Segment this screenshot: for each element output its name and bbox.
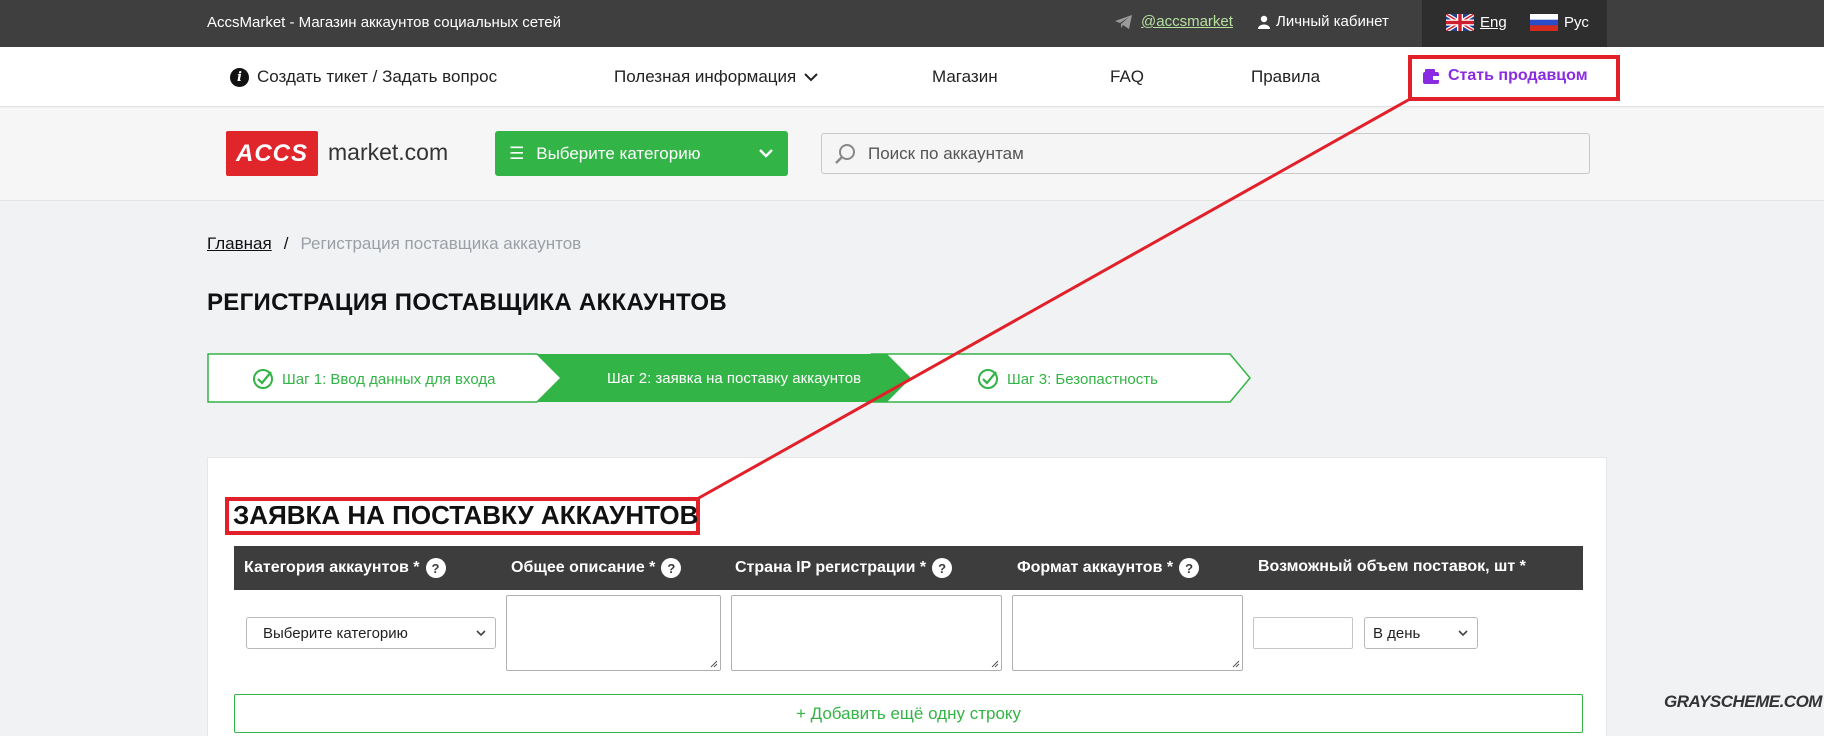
personal-cabinet-link[interactable]: Личный кабинет — [1258, 13, 1389, 30]
site-title: AccsMarket - Магазин аккаунтов социальны… — [207, 14, 562, 31]
help-icon[interactable]: ? — [425, 558, 446, 578]
chevron-down-icon — [1458, 630, 1468, 637]
country-textarea[interactable] — [731, 595, 1002, 671]
nav-faq-link[interactable]: FAQ — [1110, 67, 1144, 87]
col-category: Категория аккаунтов * ? — [244, 558, 446, 578]
page-title: РЕГИСТРАЦИЯ ПОСТАВЩИКА АККАУНТОВ — [207, 289, 727, 316]
period-select[interactable]: В день — [1364, 617, 1478, 649]
category-select[interactable]: Выберите категорию — [246, 617, 496, 649]
check-circle-icon — [253, 369, 273, 389]
table-header: Категория аккаунтов * ? Общее описание *… — [234, 546, 1583, 590]
resize-grip-icon[interactable] — [991, 660, 999, 668]
lang-eng-label: Eng — [1480, 14, 1507, 31]
chevron-down-icon — [476, 630, 486, 637]
uk-flag-icon — [1446, 14, 1474, 31]
category-dropdown-button[interactable]: ☰ Выберите категорию — [495, 131, 788, 176]
nav-shop-link[interactable]: Магазин — [932, 67, 998, 87]
category-button-label: Выберите категорию — [536, 143, 701, 163]
lang-rus-label: Рус — [1564, 14, 1589, 31]
telegram-link[interactable]: @accsmarket — [1114, 13, 1233, 30]
volume-input[interactable] — [1253, 617, 1353, 649]
check-circle-icon — [978, 369, 998, 389]
create-ticket-label: Создать тикет / Задать вопрос — [257, 67, 498, 86]
col-description-label: Общее описание * — [511, 559, 656, 576]
category-select-value: Выберите категорию — [263, 624, 408, 642]
help-icon[interactable]: ? — [661, 558, 682, 578]
resize-grip-icon[interactable] — [1232, 660, 1240, 668]
cabinet-label: Личный кабинет — [1276, 13, 1389, 30]
logo-badge[interactable]: ACCS — [226, 131, 318, 176]
breadcrumb-current: Регистрация поставщика аккаунтов — [300, 234, 582, 253]
period-select-value: В день — [1373, 624, 1421, 642]
breadcrumb-separator: / — [283, 234, 289, 253]
lang-rus-link[interactable]: Рус — [1530, 14, 1589, 31]
menu-icon: ☰ — [509, 143, 525, 163]
col-volume: Возможный объем поставок, шт * — [1258, 558, 1526, 576]
step-2-label: Шаг 2: заявка на поставку аккаунтов — [607, 370, 862, 387]
search-input[interactable] — [868, 143, 1568, 164]
form-title: ЗАЯВКА НА ПОСТАВКУ АККАУНТОВ — [233, 500, 699, 530]
chevron-down-icon — [804, 72, 818, 81]
step-3-label: Шаг 3: Безопастность — [1007, 370, 1158, 388]
wallet-icon — [1423, 68, 1439, 84]
description-textarea[interactable] — [506, 595, 721, 671]
help-icon[interactable]: ? — [932, 558, 953, 578]
telegram-icon — [1115, 14, 1132, 29]
breadcrumb-home[interactable]: Главная — [207, 234, 272, 254]
col-description: Общее описание * ? — [511, 558, 682, 578]
become-seller-link[interactable]: Стать продавцом — [1422, 67, 1588, 85]
chevron-down-icon — [759, 149, 773, 158]
useful-info-menu[interactable]: Полезная информация — [614, 67, 818, 87]
col-format-label: Формат аккаунтов * — [1017, 559, 1174, 576]
add-row-button[interactable]: + Добавить ещё одну строку — [234, 694, 1583, 733]
watermark: GRAYSCHEME.COM — [1664, 692, 1822, 711]
ru-flag-icon — [1530, 14, 1558, 31]
col-volume-label: Возможный объем поставок, шт * — [1258, 558, 1526, 575]
col-category-label: Категория аккаунтов * — [244, 559, 420, 576]
step-2[interactable]: Шаг 2: заявка на поставку аккаунтов — [607, 370, 861, 387]
lang-eng-link[interactable]: Eng — [1446, 14, 1507, 31]
step-1-label: Шаг 1: Ввод данных для входа — [282, 370, 496, 388]
create-ticket-link[interactable]: i Создать тикет / Задать вопрос — [230, 67, 497, 87]
breadcrumb: Главная / Регистрация поставщика аккаунт… — [207, 234, 581, 254]
info-icon: i — [230, 67, 249, 87]
nav-rules-link[interactable]: Правила — [1251, 67, 1320, 87]
search-icon — [835, 143, 855, 164]
useful-info-label: Полезная информация — [614, 67, 797, 86]
help-icon[interactable]: ? — [1179, 558, 1200, 578]
col-format: Формат аккаунтов * ? — [1017, 558, 1200, 578]
step-3[interactable]: Шаг 3: Безопастность — [977, 368, 1158, 390]
resize-grip-icon[interactable] — [710, 660, 718, 668]
user-icon — [1258, 15, 1270, 29]
col-country: Страна IP регистрации * ? — [735, 558, 953, 578]
become-seller-label: Стать продавцом — [1448, 67, 1588, 84]
search-box[interactable] — [821, 133, 1590, 174]
logo-text[interactable]: market.com — [328, 139, 448, 166]
format-textarea[interactable] — [1012, 595, 1243, 671]
telegram-handle[interactable]: @accsmarket — [1141, 13, 1233, 30]
step-1[interactable]: Шаг 1: Ввод данных для входа — [252, 368, 495, 390]
col-country-label: Страна IP регистрации * — [735, 559, 927, 576]
